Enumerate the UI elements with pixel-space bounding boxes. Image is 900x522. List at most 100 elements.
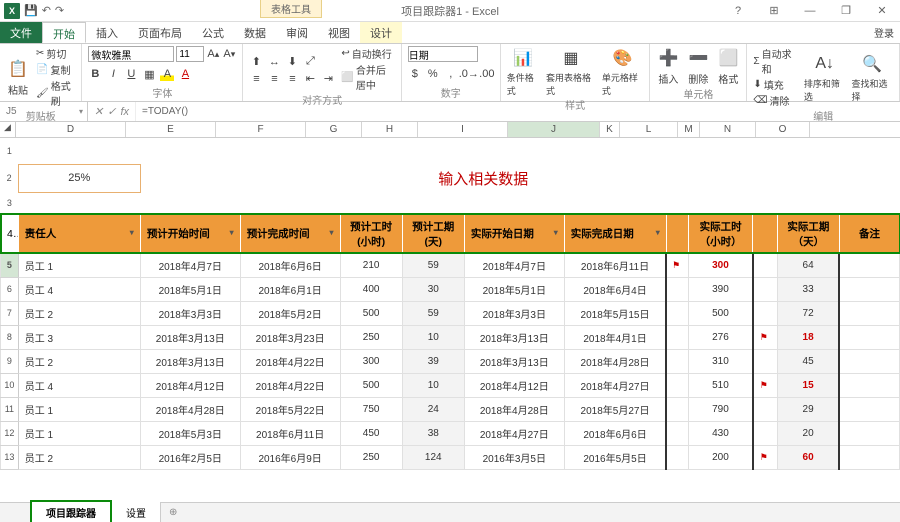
underline-icon[interactable]: U	[124, 67, 138, 81]
cell-plan-end[interactable]: 2018年4月22日	[240, 373, 340, 397]
tab-file[interactable]: 文件	[0, 22, 42, 43]
cell-note[interactable]	[839, 301, 899, 325]
cell-plan-days[interactable]: 59	[402, 301, 464, 325]
hdr-actual-days[interactable]: 实际工期 （天）	[777, 214, 839, 253]
cell-plan-end[interactable]: 2018年3月23日	[240, 325, 340, 349]
hdr-note[interactable]: 备注	[839, 214, 899, 253]
cell-plan-days[interactable]: 30	[402, 277, 464, 301]
filter-icon[interactable]: ▾	[554, 228, 558, 237]
cell-actual-days[interactable]: 72	[777, 301, 839, 325]
cell-owner[interactable]: 员工 2	[18, 445, 140, 469]
col-O[interactable]: O	[756, 122, 810, 137]
tab-layout[interactable]: 页面布局	[128, 22, 192, 43]
percent-icon[interactable]: %	[426, 67, 440, 81]
col-I[interactable]: I	[418, 122, 508, 137]
bold-icon[interactable]: B	[88, 67, 102, 81]
cell-plan-start[interactable]: 2016年2月5日	[140, 445, 240, 469]
cell-actual-hours[interactable]: 790	[689, 397, 753, 421]
cell-actual-hours[interactable]: 276	[689, 325, 753, 349]
filter-icon[interactable]: ▾	[656, 228, 660, 237]
increase-font-icon[interactable]: A▴	[206, 47, 220, 61]
filter-icon[interactable]: ▾	[230, 228, 234, 237]
font-size-input[interactable]	[176, 46, 204, 62]
cut-button[interactable]: ✂剪切	[36, 46, 75, 61]
cell-note[interactable]	[839, 421, 899, 445]
undo-icon[interactable]: ↶	[42, 4, 51, 17]
hdr-actual-hours[interactable]: 实际工时 （小时）	[689, 214, 753, 253]
cell-actual-days[interactable]: 64	[777, 253, 839, 277]
signin-link[interactable]: 登录	[874, 22, 894, 40]
col-E[interactable]: E	[126, 122, 216, 137]
cell-actual-days[interactable]: 18	[777, 325, 839, 349]
cell-actual-end[interactable]: 2018年5月15日	[564, 301, 666, 325]
cell-flag-ah[interactable]	[666, 445, 688, 469]
tab-insert[interactable]: 插入	[86, 22, 128, 43]
cell-actual-hours[interactable]: 390	[689, 277, 753, 301]
col-L[interactable]: L	[620, 122, 678, 137]
pct-cell[interactable]: 25%	[18, 164, 140, 192]
cell-plan-start[interactable]: 2018年3月13日	[140, 349, 240, 373]
close-icon[interactable]: ✕	[868, 4, 896, 17]
name-box[interactable]: J5	[0, 102, 88, 121]
filter-icon[interactable]: ▾	[130, 228, 134, 237]
cell-plan-hours[interactable]: 450	[340, 421, 402, 445]
fill-button[interactable]: ⬇填充	[753, 77, 797, 92]
col-H[interactable]: H	[362, 122, 418, 137]
tab-formulas[interactable]: 公式	[192, 22, 234, 43]
fill-color-icon[interactable]: A	[160, 67, 174, 81]
col-F[interactable]: F	[216, 122, 306, 137]
cell-plan-end[interactable]: 2018年6月11日	[240, 421, 340, 445]
cell-note[interactable]	[839, 253, 899, 277]
cell-plan-start[interactable]: 2018年4月12日	[140, 373, 240, 397]
cell-actual-end[interactable]: 2018年4月27日	[564, 373, 666, 397]
sheet-tab-setting[interactable]: 设置	[112, 502, 161, 522]
find-select-button[interactable]: 🔍查找和选择	[851, 52, 893, 103]
orientation-icon[interactable]: ⤢	[303, 55, 317, 69]
cell-flag-ad[interactable]: ⚑	[753, 445, 777, 469]
table-row[interactable]: 7员工 22018年3月3日2018年5月2日500592018年3月3日201…	[1, 301, 900, 325]
cell-actual-hours[interactable]: 200	[689, 445, 753, 469]
decrease-font-icon[interactable]: A▾	[222, 47, 236, 61]
align-center-icon[interactable]: ≡	[267, 72, 281, 86]
cell-flag-ah[interactable]	[666, 301, 688, 325]
cell-flag-ah[interactable]: ⚑	[666, 253, 688, 277]
cell-actual-start[interactable]: 2018年3月13日	[464, 325, 564, 349]
cell-actual-hours[interactable]: 510	[689, 373, 753, 397]
cell-owner[interactable]: 员工 4	[18, 277, 140, 301]
cell-plan-days[interactable]: 59	[402, 253, 464, 277]
cell-flag-ah[interactable]	[666, 325, 688, 349]
align-top-icon[interactable]: ⬆	[249, 55, 263, 69]
cell-flag-ah[interactable]	[666, 277, 688, 301]
cell-actual-start[interactable]: 2016年3月5日	[464, 445, 564, 469]
save-icon[interactable]: 💾	[24, 4, 38, 17]
cell-actual-hours[interactable]: 500	[689, 301, 753, 325]
cell-actual-days[interactable]: 29	[777, 397, 839, 421]
minimize-icon[interactable]: —	[796, 5, 824, 17]
cell-flag-ad[interactable]: ⚑	[753, 325, 777, 349]
col-J[interactable]: J	[508, 122, 600, 137]
cell-actual-start[interactable]: 2018年3月13日	[464, 349, 564, 373]
cell-plan-start[interactable]: 2018年5月1日	[140, 277, 240, 301]
cell-flag-ah[interactable]	[666, 421, 688, 445]
cell-plan-days[interactable]: 10	[402, 373, 464, 397]
insert-cells-button[interactable]: ➕插入	[656, 46, 680, 86]
cell-note[interactable]	[839, 349, 899, 373]
table-row[interactable]: 10员工 42018年4月12日2018年4月22日500102018年4月12…	[1, 373, 900, 397]
currency-icon[interactable]: $	[408, 67, 422, 81]
select-all[interactable]: ◢	[0, 122, 16, 138]
font-color-icon[interactable]: A	[178, 67, 192, 81]
cell-plan-hours[interactable]: 750	[340, 397, 402, 421]
dec-dec-icon[interactable]: .00	[480, 67, 494, 81]
cell-plan-days[interactable]: 124	[402, 445, 464, 469]
align-bot-icon[interactable]: ⬇	[285, 55, 299, 69]
cell-actual-start[interactable]: 2018年4月7日	[464, 253, 564, 277]
sort-filter-button[interactable]: A↓排序和筛选	[804, 52, 846, 103]
cell-note[interactable]	[839, 445, 899, 469]
cell-actual-end[interactable]: 2018年5月27日	[564, 397, 666, 421]
ribbon-min-icon[interactable]: ⊞	[760, 4, 788, 17]
row-header[interactable]: 6	[1, 277, 19, 301]
cell-plan-hours[interactable]: 500	[340, 373, 402, 397]
sheet-tab-tracker[interactable]: 项目跟踪器	[30, 500, 112, 522]
wrap-button[interactable]: ↩自动换行	[341, 46, 394, 61]
cell-owner[interactable]: 员工 2	[18, 349, 140, 373]
